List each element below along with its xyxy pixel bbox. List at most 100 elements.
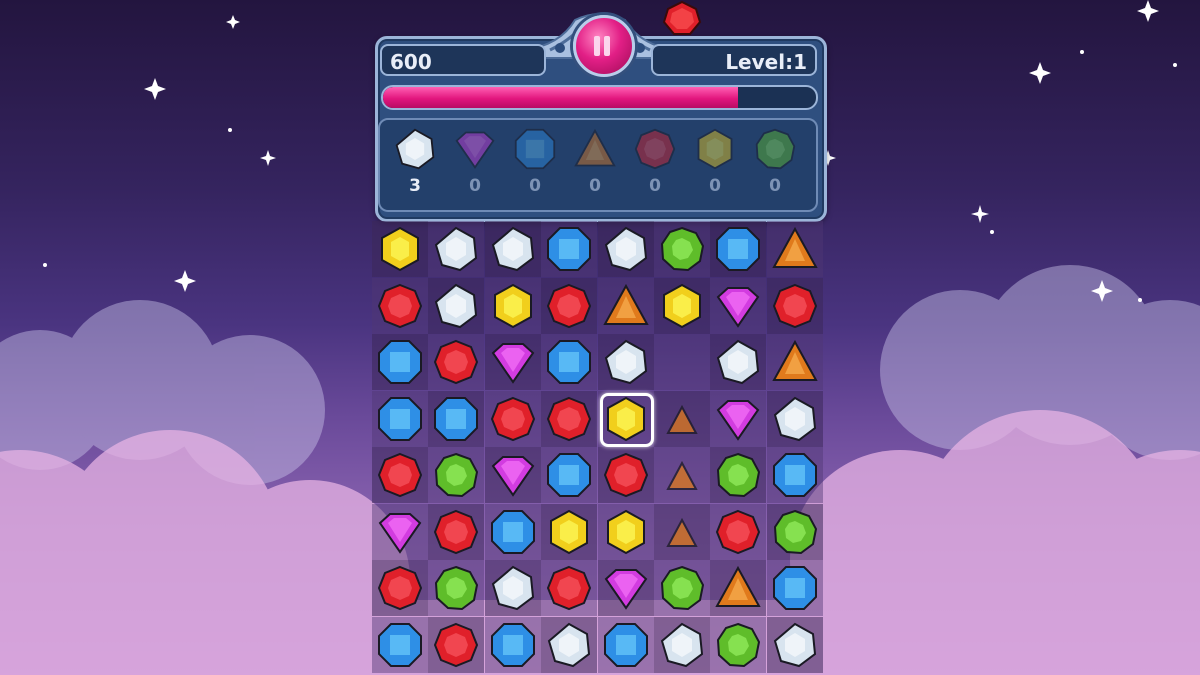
board-cell[interactable] <box>541 503 598 560</box>
board-cell[interactable] <box>654 277 710 334</box>
blue-gem[interactable] <box>771 451 819 499</box>
red-gem[interactable] <box>771 282 819 330</box>
blue-gem[interactable] <box>376 395 424 443</box>
board-cell[interactable] <box>372 277 428 334</box>
board-cell[interactable] <box>766 616 823 673</box>
purple-gem[interactable] <box>714 282 762 330</box>
board-cell[interactable] <box>541 221 598 277</box>
board-cell[interactable] <box>597 277 654 334</box>
yellow-gem[interactable] <box>658 282 706 330</box>
board-cell[interactable] <box>654 447 710 503</box>
orange-gem[interactable] <box>771 338 819 386</box>
board-cell[interactable] <box>428 334 485 390</box>
blue-gem[interactable] <box>545 338 593 386</box>
board-cell[interactable] <box>766 503 823 560</box>
board-cell[interactable] <box>541 390 598 447</box>
board-cell[interactable] <box>484 503 541 560</box>
board-cell[interactable] <box>654 390 710 447</box>
board-cell[interactable] <box>428 560 485 616</box>
board-cell[interactable] <box>766 390 823 447</box>
white-gem[interactable] <box>771 621 819 669</box>
board-cell[interactable] <box>541 560 598 616</box>
blue-gem[interactable] <box>489 621 537 669</box>
board-cell[interactable] <box>372 390 428 447</box>
red-gem[interactable] <box>714 508 762 556</box>
board-cell[interactable] <box>710 503 767 560</box>
white-gem[interactable] <box>432 225 480 273</box>
orange-gem[interactable] <box>658 508 706 556</box>
blue-gem[interactable] <box>602 621 650 669</box>
orange-gem[interactable] <box>658 451 706 499</box>
board-cell[interactable] <box>766 221 823 277</box>
board-cell[interactable] <box>428 616 485 673</box>
board-cell[interactable] <box>428 390 485 447</box>
green-gem[interactable] <box>714 621 762 669</box>
red-gem[interactable] <box>376 451 424 499</box>
board-cell[interactable] <box>597 560 654 616</box>
white-gem[interactable] <box>489 225 537 273</box>
board-cell[interactable] <box>484 277 541 334</box>
board-cell[interactable] <box>710 447 767 503</box>
board-cell[interactable] <box>372 334 428 390</box>
board-cell[interactable] <box>541 334 598 390</box>
board-cell[interactable] <box>372 560 428 616</box>
purple-gem[interactable] <box>376 508 424 556</box>
red-gem[interactable] <box>376 564 424 612</box>
blue-gem[interactable] <box>545 225 593 273</box>
board-cell[interactable] <box>541 616 598 673</box>
red-gem[interactable] <box>432 621 480 669</box>
blue-gem[interactable] <box>545 451 593 499</box>
green-gem[interactable] <box>658 564 706 612</box>
white-gem[interactable] <box>602 338 650 386</box>
blue-gem[interactable] <box>376 621 424 669</box>
yellow-gem[interactable] <box>489 282 537 330</box>
board-cell[interactable] <box>654 221 710 277</box>
yellow-gem[interactable] <box>602 508 650 556</box>
yellow-gem[interactable] <box>545 508 593 556</box>
board-cell[interactable] <box>710 616 767 673</box>
red-gem[interactable] <box>602 451 650 499</box>
green-gem[interactable] <box>432 451 480 499</box>
board-cell[interactable] <box>484 560 541 616</box>
board-cell[interactable] <box>597 503 654 560</box>
orange-gem[interactable] <box>714 564 762 612</box>
board-cell[interactable] <box>766 277 823 334</box>
board-cell[interactable] <box>484 390 541 447</box>
yellow-gem[interactable] <box>376 225 424 273</box>
red-gem[interactable] <box>432 338 480 386</box>
board-cell[interactable] <box>428 277 485 334</box>
orange-gem[interactable] <box>771 225 819 273</box>
board-cell[interactable] <box>654 560 710 616</box>
board-cell[interactable] <box>484 221 541 277</box>
purple-gem[interactable] <box>489 451 537 499</box>
board-cell[interactable] <box>710 221 767 277</box>
board-cell[interactable] <box>484 447 541 503</box>
board-cell[interactable] <box>372 503 428 560</box>
orange-gem[interactable] <box>658 395 706 443</box>
pause-button[interactable] <box>573 15 635 77</box>
red-gem[interactable] <box>489 395 537 443</box>
board-cell[interactable] <box>597 334 654 390</box>
board-cell[interactable] <box>597 447 654 503</box>
white-gem[interactable] <box>432 282 480 330</box>
board-cell[interactable] <box>372 221 428 277</box>
board-cell[interactable] <box>654 616 710 673</box>
red-gem[interactable] <box>545 282 593 330</box>
purple-gem[interactable] <box>602 564 650 612</box>
board-cell[interactable] <box>710 334 767 390</box>
green-gem[interactable] <box>658 225 706 273</box>
board-cell[interactable] <box>372 616 428 673</box>
red-gem[interactable] <box>432 508 480 556</box>
red-gem[interactable] <box>545 564 593 612</box>
board-cell[interactable] <box>654 334 710 390</box>
board-cell[interactable] <box>484 616 541 673</box>
green-gem[interactable] <box>771 508 819 556</box>
board-cell[interactable] <box>766 560 823 616</box>
board-cell[interactable] <box>766 334 823 390</box>
blue-gem[interactable] <box>432 395 480 443</box>
purple-gem[interactable] <box>714 395 762 443</box>
board-cell[interactable] <box>597 221 654 277</box>
blue-gem[interactable] <box>771 564 819 612</box>
green-gem[interactable] <box>432 564 480 612</box>
orange-gem[interactable] <box>602 282 650 330</box>
